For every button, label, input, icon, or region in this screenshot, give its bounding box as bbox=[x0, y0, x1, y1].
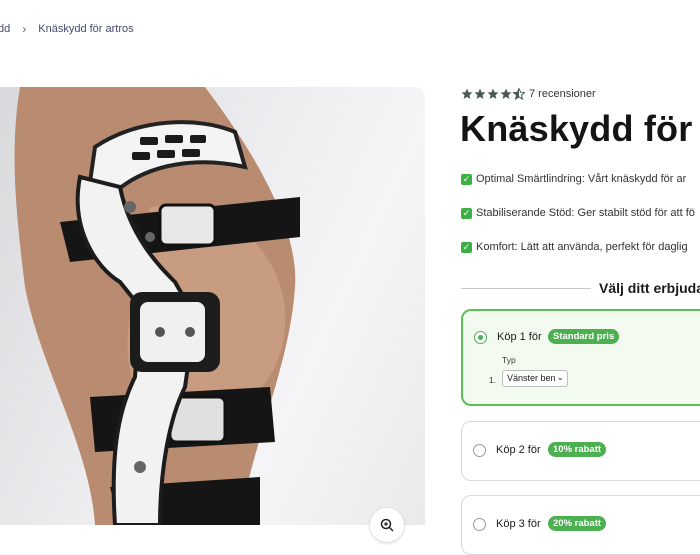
variant-index: 1. bbox=[489, 375, 497, 385]
offer-option-1[interactable]: Köp 1 för Standard pris Typ 1. Vänster b… bbox=[461, 309, 700, 406]
feature-text: Stabiliserande Stöd: Ger stabilt stöd fö… bbox=[476, 207, 695, 219]
breadcrumb-previous-link[interactable]: dd bbox=[0, 23, 10, 35]
zoom-in-icon bbox=[380, 518, 394, 532]
breadcrumb-current: Knäskydd för artros bbox=[38, 23, 134, 35]
offer-option-3[interactable]: Köp 3 för 20% rabatt bbox=[461, 495, 700, 555]
breadcrumb: dd › Knäskydd för artros bbox=[0, 22, 134, 36]
radio-button[interactable] bbox=[474, 331, 487, 344]
offer-label: Köp 2 för bbox=[496, 444, 541, 456]
offer-label: Köp 3 för bbox=[496, 518, 541, 530]
discount-badge: 20% rabatt bbox=[548, 516, 607, 531]
product-image[interactable] bbox=[0, 87, 425, 525]
zoom-button[interactable] bbox=[370, 508, 404, 542]
checkmark-icon: ✓ bbox=[461, 173, 472, 185]
checkmark-icon: ✓ bbox=[461, 207, 472, 219]
variant-select[interactable]: Vänster ben ⌄ bbox=[502, 370, 568, 387]
product-title: Knäskydd för bbox=[460, 108, 693, 149]
divider bbox=[461, 287, 591, 289]
discount-badge: 10% rabatt bbox=[548, 442, 607, 457]
review-count: 7 recensioner bbox=[529, 88, 596, 100]
radio-button[interactable] bbox=[473, 444, 486, 457]
chevron-down-icon: ⌄ bbox=[556, 372, 564, 382]
variant-select-value: Vänster ben bbox=[507, 373, 556, 383]
feature-item: ✓ Optimal Smärtlindring: Vårt knäskydd f… bbox=[461, 173, 686, 185]
stars-icon bbox=[461, 88, 525, 100]
rating-summary[interactable]: 7 recensioner bbox=[461, 88, 596, 100]
variant-label: Typ bbox=[502, 355, 516, 365]
offer-heading-text: Välj ditt erbjuda bbox=[599, 280, 700, 296]
chevron-right-icon: › bbox=[22, 22, 27, 36]
knee-brace-illustration bbox=[14, 87, 300, 525]
offer-option-2[interactable]: Köp 2 för 10% rabatt bbox=[461, 421, 700, 481]
feature-item: ✓ Komfort: Lätt att använda, perfekt för… bbox=[461, 241, 688, 253]
discount-badge: Standard pris bbox=[548, 329, 620, 344]
offer-label: Köp 1 för bbox=[497, 331, 542, 343]
feature-item: ✓ Stabiliserande Stöd: Ger stabilt stöd … bbox=[461, 207, 695, 219]
star-rating bbox=[461, 88, 525, 100]
feature-text: Optimal Smärtlindring: Vårt knäskydd för… bbox=[476, 173, 687, 185]
checkmark-icon: ✓ bbox=[461, 241, 472, 253]
feature-text: Komfort: Lätt att använda, perfekt för d… bbox=[476, 241, 688, 253]
offer-heading: Välj ditt erbjuda bbox=[461, 280, 700, 296]
